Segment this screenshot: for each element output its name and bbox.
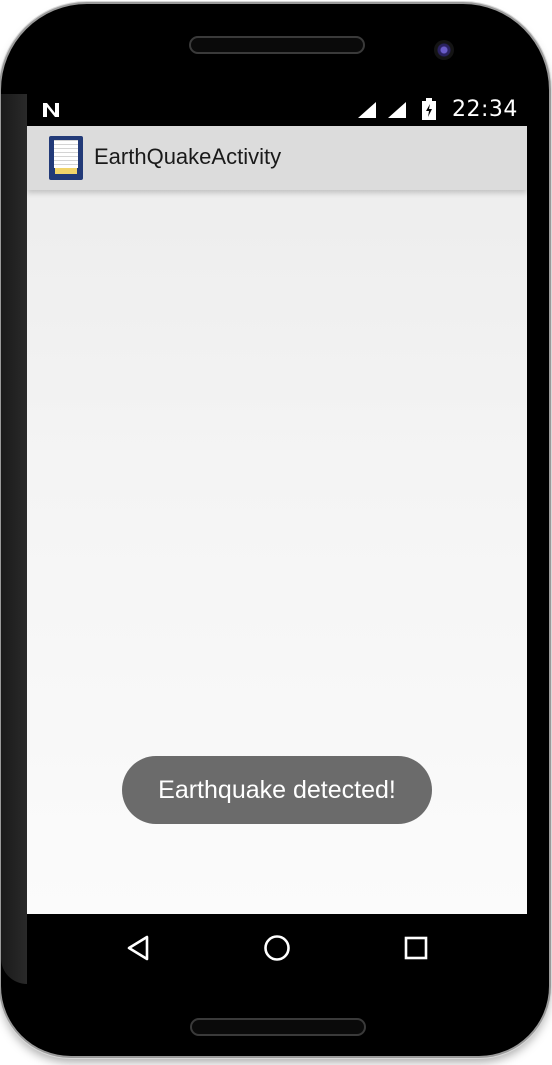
app-icon-label — [55, 168, 77, 174]
app-icon-paper — [54, 140, 78, 168]
app-launcher-icon — [49, 136, 83, 180]
home-icon[interactable] — [261, 932, 293, 964]
signal-icon — [358, 102, 376, 118]
bottom-speaker — [190, 1018, 366, 1036]
signal-icon — [388, 102, 406, 118]
status-clock: 22:34 — [452, 97, 518, 122]
app-title: EarthQuakeActivity — [94, 144, 282, 169]
n-notification-icon — [43, 103, 59, 117]
back-icon[interactable] — [123, 932, 155, 964]
recents-icon[interactable] — [400, 932, 432, 964]
phone-frame: 22:34 EarthQuakeActivity Earthquake dete… — [1, 4, 549, 1056]
toast-text: Earthquake detected! — [158, 775, 396, 804]
action-bar: EarthQuakeActivity — [27, 126, 527, 190]
device-screen: 22:34 EarthQuakeActivity Earthquake dete… — [27, 94, 527, 914]
front-camera — [434, 40, 454, 60]
navigation-bar — [27, 914, 527, 982]
phone-rim — [1, 94, 27, 984]
earpiece-speaker — [189, 36, 365, 54]
toast-message: Earthquake detected! — [122, 756, 432, 824]
status-bar: 22:34 — [27, 94, 527, 126]
battery-charging-icon — [422, 98, 436, 120]
